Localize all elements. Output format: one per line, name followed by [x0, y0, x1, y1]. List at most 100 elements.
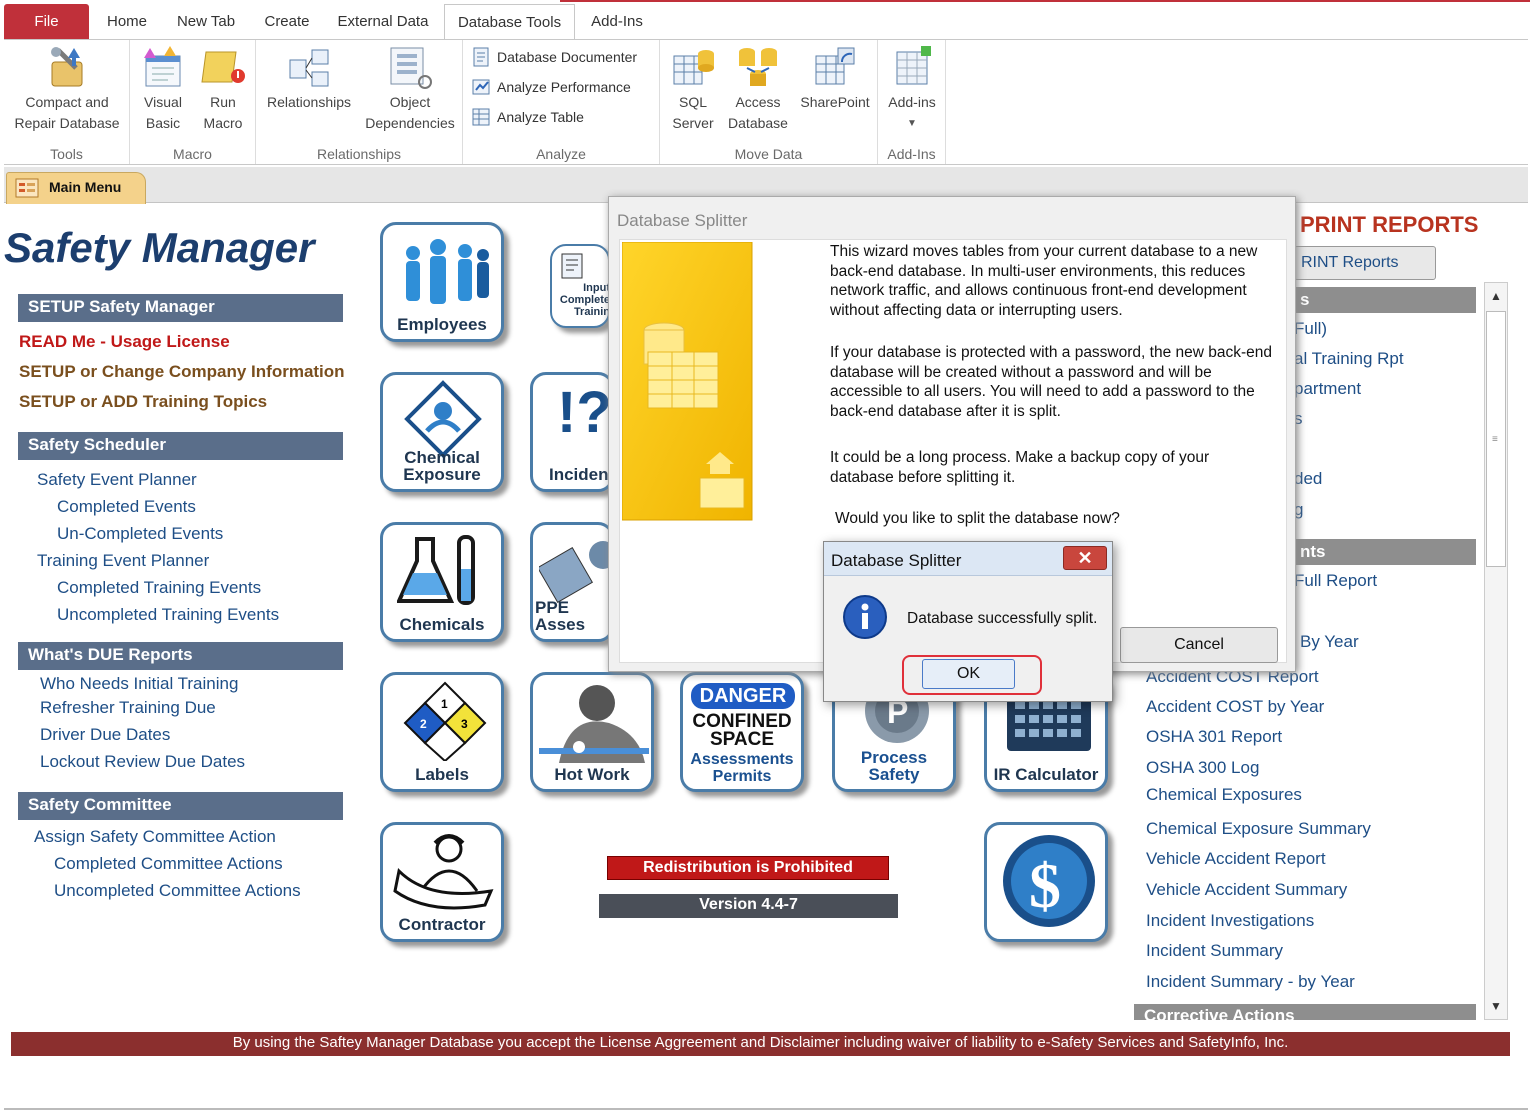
group-add-ins: Add-ins ▼ Add-Ins	[878, 40, 946, 164]
ir-calculator-label: IR Calculator	[993, 765, 1099, 784]
assign-action-link[interactable]: Assign Safety Committee Action	[34, 827, 276, 847]
confined-space-text: CONFINED SPACE	[683, 712, 801, 749]
training-planner-link[interactable]: Training Event Planner	[37, 551, 209, 571]
uncompleted-training-link[interactable]: Uncompleted Training Events	[57, 605, 279, 625]
confined-space-tile[interactable]: DANGER CONFINED SPACE Assessments Permits	[680, 672, 804, 792]
print-reports-button[interactable]: RINT Reports	[1294, 246, 1436, 280]
reports-scrollbar[interactable]: ▲ ≡ ▼	[1484, 282, 1508, 1020]
incidents-tile[interactable]: !? Inciden	[530, 372, 614, 492]
analyze-performance-button[interactable]: Analyze Performance	[471, 76, 631, 98]
analyze-table-button[interactable]: Analyze Table	[471, 106, 584, 128]
process-label-2: Safety	[868, 765, 920, 784]
completed-events-link[interactable]: Completed Events	[57, 497, 196, 517]
title-accent-line	[560, 0, 1530, 2]
read-me-link[interactable]: READ Me - Usage License	[19, 332, 230, 352]
svg-text:2: 2	[420, 717, 427, 731]
sharepoint-button[interactable]: SharePoint	[794, 44, 876, 113]
group-relationships: Relationships Object Dependencies Relati…	[256, 40, 463, 164]
labels-tile[interactable]: 12 3 Labels	[380, 672, 504, 792]
report-link-a2[interactable]: partment	[1294, 379, 1361, 399]
group-analyze: Database Documenter Analyze Performance …	[463, 40, 660, 164]
tab-add-ins[interactable]: Add-Ins	[582, 4, 652, 40]
report-link-a1[interactable]: al Training Rpt	[1294, 349, 1404, 369]
report-link-a5[interactable]: ded	[1294, 469, 1322, 489]
scroll-up-arrow-icon[interactable]: ▲	[1485, 283, 1507, 309]
report-link-b9[interactable]: Vehicle Accident Report	[1146, 849, 1326, 869]
chemicals-label: Chemicals	[399, 615, 485, 634]
report-link-b8[interactable]: Chemical Exposure Summary	[1146, 819, 1371, 839]
contractor-icon	[393, 834, 494, 910]
initial-training-link[interactable]: Who Needs Initial Training	[40, 674, 238, 694]
uncompleted-events-link[interactable]: Un-Completed Events	[57, 524, 223, 544]
completed-actions-link[interactable]: Completed Committee Actions	[54, 854, 283, 874]
close-icon[interactable]: ✕	[1063, 546, 1107, 570]
report-link-b4[interactable]: Accident COST by Year	[1146, 697, 1324, 717]
chemical-exposure-tile[interactable]: Chemical Exposure	[380, 372, 504, 492]
report-link-b10[interactable]: Vehicle Accident Summary	[1146, 880, 1347, 900]
report-link-a0[interactable]: Full)	[1294, 319, 1327, 339]
ok-button[interactable]: OK	[922, 659, 1015, 689]
vb-label-2: Basic	[145, 115, 181, 131]
chemicals-tile[interactable]: Chemicals	[380, 522, 504, 642]
training-topics-link[interactable]: SETUP or ADD Training Topics	[19, 392, 267, 412]
hot-work-tile[interactable]: Hot Work	[530, 672, 654, 792]
report-link-b11[interactable]: Incident Investigations	[1146, 911, 1314, 931]
lockout-link[interactable]: Lockout Review Due Dates	[40, 752, 245, 772]
people-icon	[406, 239, 489, 304]
completed-training-link[interactable]: Completed Training Events	[57, 578, 261, 598]
compact-repair-button[interactable]: Compact and Repair Database	[4, 44, 130, 134]
report-link-b0[interactable]: Full Report	[1294, 571, 1377, 591]
refresher-link[interactable]: Refresher Training Due	[40, 698, 216, 718]
report-link-b2[interactable]: By Year	[1300, 632, 1359, 652]
sql-label-2: Server	[672, 115, 714, 131]
input-training-tile[interactable]: Input Complete Trainin	[550, 244, 610, 328]
cancel-button[interactable]: Cancel	[1120, 627, 1278, 663]
tab-create[interactable]: Create	[255, 4, 319, 40]
report-link-b6[interactable]: OSHA 300 Log	[1146, 758, 1259, 778]
relationships-button[interactable]: Relationships	[260, 44, 358, 113]
hot-work-label: Hot Work	[554, 765, 630, 784]
sql-server-button[interactable]: SQL Server	[664, 44, 722, 134]
report-link-b13[interactable]: Incident Summary - by Year	[1146, 972, 1355, 992]
wizard-paragraph-1: This wizard moves tables from your curre…	[830, 243, 1258, 319]
scroll-down-arrow-icon[interactable]: ▼	[1485, 993, 1507, 1019]
report-link-b7[interactable]: Chemical Exposures	[1146, 785, 1302, 805]
scheduler-header: Safety Scheduler	[18, 432, 343, 460]
uncompleted-actions-link[interactable]: Uncompleted Committee Actions	[54, 881, 301, 901]
tab-home[interactable]: Home	[96, 4, 158, 40]
wizard-paragraph-2: If your database is protected with a pas…	[830, 344, 1272, 420]
run-macro-button[interactable]: Run Macro	[194, 44, 252, 134]
database-documenter-button[interactable]: Database Documenter	[471, 46, 637, 68]
event-planner-link[interactable]: Safety Event Planner	[37, 470, 197, 490]
due-reports-header: What's DUE Reports	[18, 642, 343, 670]
vb-label-1: Visual	[144, 94, 182, 110]
tab-database-tools[interactable]: Database Tools	[444, 4, 575, 41]
flask-icon	[397, 535, 475, 605]
report-link-b12[interactable]: Incident Summary	[1146, 941, 1283, 961]
incidents-section-header: nts	[1294, 539, 1476, 565]
tab-external-data[interactable]: External Data	[328, 4, 438, 40]
scroll-thumb[interactable]: ≡	[1486, 311, 1506, 567]
analyze-table-label: Analyze Table	[497, 109, 584, 125]
report-link-b5[interactable]: OSHA 301 Report	[1146, 727, 1282, 747]
ppe-tile[interactable]: PPE Asses	[530, 522, 614, 642]
add-ins-button[interactable]: Add-ins ▼	[882, 44, 942, 134]
chemical-exposure-label: Chemical Exposure	[383, 449, 501, 483]
tab-main-menu[interactable]: Main Menu	[6, 172, 146, 204]
chemical-label-2: Exposure	[403, 465, 481, 484]
company-info-link[interactable]: SETUP or Change Company Information	[19, 362, 345, 382]
main-menu-label: Main Menu	[49, 179, 122, 195]
welder-icon	[539, 685, 649, 763]
contractor-tile[interactable]: Contractor	[380, 822, 504, 942]
dollar-tile[interactable]: $	[984, 822, 1108, 942]
version-bar: Version 4.4-7	[599, 894, 898, 918]
confined-label-3: Assessments	[690, 751, 794, 768]
employees-tile[interactable]: Employees	[380, 222, 504, 342]
object-dependencies-button[interactable]: Object Dependencies	[360, 44, 460, 134]
tab-new-tab[interactable]: New Tab	[166, 4, 246, 40]
driver-due-link[interactable]: Driver Due Dates	[40, 725, 170, 745]
add-ins-icon	[896, 46, 931, 85]
tab-file[interactable]: File	[4, 4, 89, 40]
visual-basic-button[interactable]: Visual Basic	[134, 44, 192, 134]
access-database-button[interactable]: Access Database	[724, 44, 792, 134]
